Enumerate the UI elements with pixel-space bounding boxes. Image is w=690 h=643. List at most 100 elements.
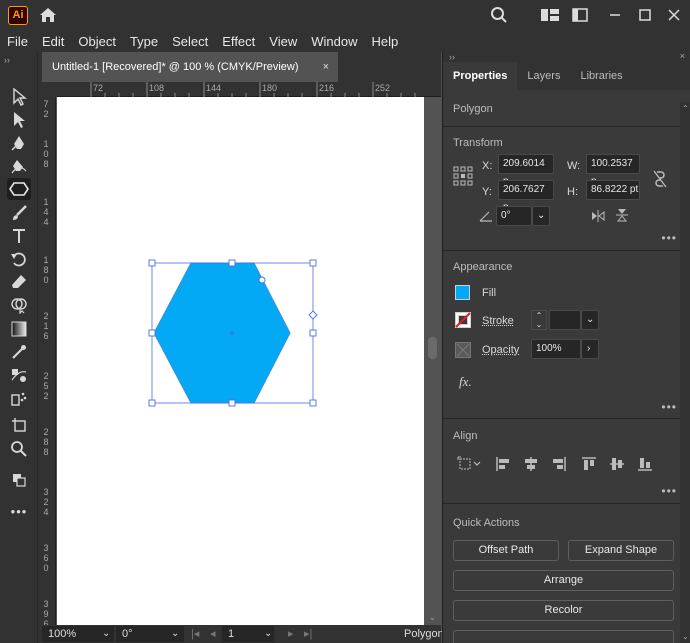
scroll-thumb[interactable]: [428, 337, 437, 359]
eraser-tool-icon[interactable]: [7, 271, 31, 293]
align-right-icon[interactable]: [551, 456, 567, 472]
stroke-weight-dropdown-icon[interactable]: ⌄: [581, 310, 599, 330]
start-global-edit-button[interactable]: [453, 630, 674, 643]
opacity-label[interactable]: Opacity: [482, 344, 519, 356]
effects-button[interactable]: fx.: [459, 374, 472, 390]
offset-path-button[interactable]: Offset Path: [453, 540, 559, 561]
direct-selection-tool-icon[interactable]: [7, 109, 31, 131]
panel-toggle-icon[interactable]: [572, 6, 588, 24]
flip-horizontal-icon[interactable]: [591, 210, 605, 222]
angle-dropdown-icon[interactable]: ⌄: [532, 206, 550, 226]
maximize-icon[interactable]: [638, 6, 652, 24]
panel-scroll-down-icon[interactable]: ⌄: [682, 632, 689, 641]
rotate-tool-icon[interactable]: [7, 248, 31, 270]
more-appearance-options-icon[interactable]: •••: [661, 400, 677, 414]
more-transform-options-icon[interactable]: •••: [661, 231, 677, 245]
align-vertical-center-icon[interactable]: [609, 456, 625, 472]
search-icon[interactable]: [490, 6, 508, 24]
menu-type[interactable]: Type: [130, 34, 158, 49]
collapse-panel-icon[interactable]: ››: [449, 52, 455, 62]
first-artboard-icon[interactable]: |◂: [191, 626, 199, 642]
h-field[interactable]: 86.8222 pt: [586, 180, 640, 200]
menu-help[interactable]: Help: [371, 34, 398, 49]
align-bottom-icon[interactable]: [637, 456, 653, 472]
curvature-tool-icon[interactable]: [7, 155, 31, 177]
vertical-scrollbar[interactable]: ⌄: [424, 97, 441, 625]
divider: [443, 250, 690, 251]
angle-field[interactable]: 0°: [496, 206, 532, 226]
last-artboard-icon[interactable]: ▸|: [304, 626, 312, 642]
menu-effect[interactable]: Effect: [222, 34, 255, 49]
polygon-tool-icon[interactable]: [7, 178, 31, 200]
paintbrush-tool-icon[interactable]: [7, 202, 31, 224]
opacity-expand-icon[interactable]: ›: [581, 339, 599, 359]
pen-tool-icon[interactable]: [7, 132, 31, 154]
menu-view[interactable]: View: [269, 34, 297, 49]
y-field[interactable]: 206.7627 p: [498, 180, 554, 213]
tab-properties[interactable]: Properties: [443, 62, 518, 90]
stroke-weight-field[interactable]: [549, 310, 581, 330]
canvas[interactable]: [57, 97, 441, 625]
previous-artboard-icon[interactable]: ◂: [210, 626, 216, 642]
gradient-tool-icon[interactable]: [7, 318, 31, 340]
panel-close-icon[interactable]: ×: [680, 51, 685, 61]
arrange-button[interactable]: Arrange: [453, 570, 674, 591]
panel-scroll-up-icon[interactable]: ⌃: [682, 104, 689, 113]
w-field[interactable]: 100.2537 p: [586, 154, 640, 187]
home-icon[interactable]: [38, 5, 58, 25]
align-to-selection-icon[interactable]: [457, 456, 483, 472]
transform-title: Transform: [453, 137, 503, 149]
artboard-dropdown-icon[interactable]: ⌄: [264, 626, 272, 642]
close-document-button[interactable]: ×: [323, 52, 329, 82]
ruler-label: 2 5 2: [43, 371, 49, 401]
constrain-proportions-icon[interactable]: [653, 170, 667, 188]
artboard-tool-icon[interactable]: [7, 414, 31, 436]
selected-polygon[interactable]: [57, 97, 441, 625]
shape-builder-tool-icon[interactable]: [7, 294, 31, 316]
tab-layers[interactable]: Layers: [517, 62, 570, 90]
menu-edit[interactable]: Edit: [42, 34, 64, 49]
menu-object[interactable]: Object: [78, 34, 116, 49]
more-tools-icon[interactable]: •••: [7, 500, 31, 522]
expand-shape-button[interactable]: Expand Shape: [568, 540, 674, 561]
rotation-dropdown-icon[interactable]: ⌄: [171, 626, 179, 642]
zoom-tool-icon[interactable]: [7, 438, 31, 460]
symbol-sprayer-tool-icon[interactable]: [7, 387, 31, 409]
collapse-toolbar-icon[interactable]: ››: [4, 55, 10, 65]
stroke-label[interactable]: Stroke: [482, 315, 514, 327]
scroll-down-icon[interactable]: ⌄: [429, 613, 436, 622]
ruler-label: 252: [375, 83, 391, 93]
fill-stroke-swap-icon[interactable]: [7, 469, 31, 491]
blend-tool-icon[interactable]: [7, 364, 31, 386]
flip-vertical-icon[interactable]: [616, 208, 628, 222]
stroke-weight-stepper[interactable]: ⌃ ⌄: [531, 310, 547, 330]
opacity-field[interactable]: 100%: [531, 339, 581, 359]
type-tool-icon[interactable]: [7, 225, 31, 247]
opacity-icon[interactable]: [455, 342, 471, 358]
document-tab[interactable]: Untitled-1 [Recovered]* @ 100 % (CMYK/Pr…: [42, 52, 338, 82]
zoom-dropdown-icon[interactable]: ⌄: [102, 626, 110, 642]
align-horizontal-center-icon[interactable]: [523, 456, 539, 472]
more-align-options-icon[interactable]: •••: [661, 484, 677, 498]
selection-tool-icon[interactable]: [7, 86, 31, 108]
next-artboard-icon[interactable]: ▸: [288, 626, 294, 642]
tab-libraries[interactable]: Libraries: [570, 62, 632, 90]
panel-scrollbar[interactable]: ⌃ ⌄: [680, 102, 690, 643]
x-field[interactable]: 209.6014 p: [498, 154, 554, 187]
menu-window[interactable]: Window: [311, 34, 357, 49]
sides-widget[interactable]: [308, 310, 318, 320]
workspace-layout-icon[interactable]: [540, 6, 560, 24]
align-top-icon[interactable]: [581, 456, 597, 472]
close-icon[interactable]: [667, 6, 681, 24]
hexagon-shape[interactable]: [153, 262, 291, 404]
align-left-icon[interactable]: [495, 456, 511, 472]
fill-swatch[interactable]: [455, 285, 470, 300]
reference-point-icon[interactable]: [453, 166, 473, 186]
minimize-icon[interactable]: [608, 6, 622, 24]
menu-select[interactable]: Select: [172, 34, 208, 49]
menu-file[interactable]: File: [7, 34, 28, 49]
corner-widget[interactable]: [258, 276, 266, 284]
eyedropper-tool-icon[interactable]: [7, 341, 31, 363]
stroke-swatch[interactable]: [455, 312, 471, 328]
recolor-button[interactable]: Recolor: [453, 600, 674, 621]
